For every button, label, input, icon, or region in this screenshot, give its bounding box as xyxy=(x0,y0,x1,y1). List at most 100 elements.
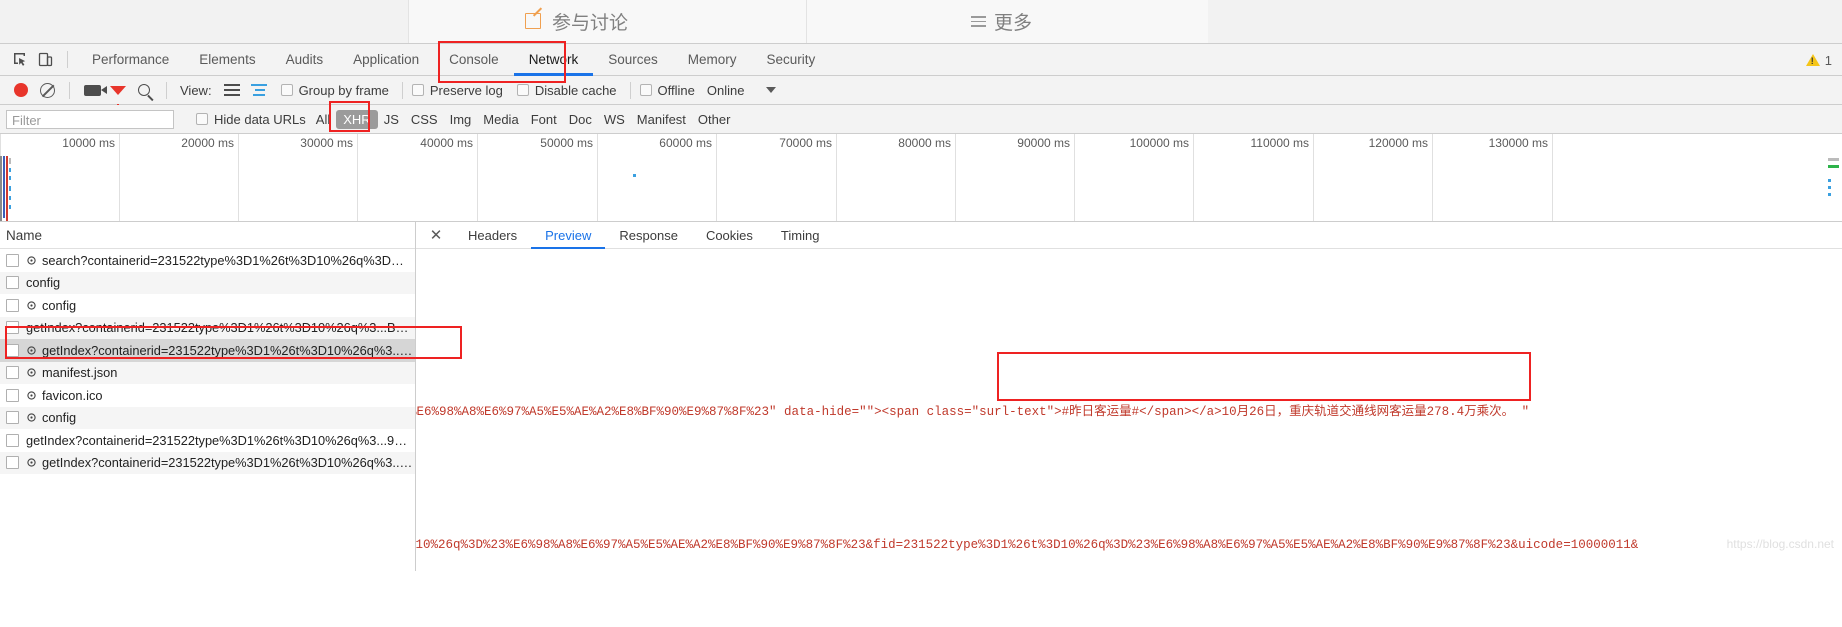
checkbox-box xyxy=(516,84,529,96)
hide-data-urls-label: Hide data URLs xyxy=(214,111,306,127)
gear-icon xyxy=(26,412,37,423)
table-row[interactable]: manifest.json xyxy=(0,361,415,384)
row-checkbox[interactable] xyxy=(6,343,19,357)
group-by-frame-checkbox[interactable]: Group by frame xyxy=(280,83,389,98)
chevron-down-icon[interactable] xyxy=(766,87,777,93)
more-button[interactable]: 更多 xyxy=(971,0,1032,43)
filter-type-media[interactable]: Media xyxy=(477,112,524,127)
gear-icon xyxy=(26,345,37,356)
list-view-icon[interactable] xyxy=(219,77,245,103)
inspect-element-icon[interactable] xyxy=(6,47,32,73)
filter-type-img[interactable]: Img xyxy=(444,112,478,127)
table-row[interactable]: config xyxy=(0,271,415,294)
checkbox-box xyxy=(280,84,293,96)
gear-icon xyxy=(26,457,37,468)
filter-type-all[interactable]: All xyxy=(310,112,336,127)
gear-icon xyxy=(26,255,37,266)
network-body: Name search?containerid=231522type%3D1%2… xyxy=(0,222,1842,571)
table-row[interactable]: config xyxy=(0,294,415,317)
overview-timeline-bars xyxy=(0,156,14,221)
participate-discussion-label: 参与讨论 xyxy=(552,13,629,34)
tab-headers[interactable]: Headers xyxy=(454,222,531,249)
toggle-device-toolbar-icon[interactable] xyxy=(32,47,58,73)
filter-type-ws[interactable]: WS xyxy=(598,112,631,127)
detail-tabs: ✕ Headers Preview Response Cookies Timin… xyxy=(416,222,1842,249)
filter-funnel-icon[interactable] xyxy=(105,77,131,109)
preview-content[interactable]: %E6%98%A8%E6%97%A5%E5%AE%A2%E8%BF%90%E9%… xyxy=(416,249,1842,571)
preview-text-line-1: %E6%98%A8%E6%97%A5%E5%AE%A2%E8%BF%90%E9%… xyxy=(416,405,1530,419)
throttling-select[interactable]: Online xyxy=(707,83,745,98)
filter-type-manifest[interactable]: Manifest xyxy=(631,112,692,127)
tab-cookies[interactable]: Cookies xyxy=(692,222,767,249)
ruler-tick-label: 40000 ms xyxy=(420,136,473,150)
tab-preview[interactable]: Preview xyxy=(531,222,605,249)
toolbar-divider-5 xyxy=(629,81,631,99)
tab-console[interactable]: Console xyxy=(434,44,514,76)
table-row[interactable]: getIndex?containerid=231522type%3D1%26t%… xyxy=(0,429,415,452)
network-overview[interactable]: 10000 ms 20000 ms 30000 ms 40000 ms 5000… xyxy=(0,134,1842,222)
record-button-icon[interactable] xyxy=(8,77,34,103)
filter-type-xhr[interactable]: XHR xyxy=(336,109,378,129)
tab-network[interactable]: Network xyxy=(514,44,594,76)
table-row[interactable]: favicon.ico xyxy=(0,384,415,407)
tab-response[interactable]: Response xyxy=(605,222,692,249)
offline-checkbox[interactable]: Offline xyxy=(639,83,695,98)
warning-indicator[interactable]: 1 xyxy=(1805,44,1832,76)
row-checkbox[interactable] xyxy=(6,366,19,380)
filter-type-doc[interactable]: Doc xyxy=(563,112,598,127)
tab-application[interactable]: Application xyxy=(338,44,434,76)
waterfall-view-icon[interactable] xyxy=(245,77,275,103)
page-header-strip: 参与讨论 更多 xyxy=(0,0,1842,43)
row-checkbox[interactable] xyxy=(6,298,19,312)
row-checkbox[interactable] xyxy=(6,388,19,402)
request-detail-panel: ✕ Headers Preview Response Cookies Timin… xyxy=(416,222,1842,571)
tab-timing[interactable]: Timing xyxy=(767,222,834,249)
row-checkbox[interactable] xyxy=(6,433,19,447)
table-row[interactable]: getIndex?containerid=231522type%3D1%26t%… xyxy=(0,451,415,474)
filter-type-other[interactable]: Other xyxy=(692,112,737,127)
tab-performance[interactable]: Performance xyxy=(77,44,184,76)
request-name: getIndex?containerid=231522type%3D1%26t%… xyxy=(42,342,415,358)
tab-audits[interactable]: Audits xyxy=(271,44,339,76)
table-row-selected[interactable]: getIndex?containerid=231522type%3D1%26t%… xyxy=(0,339,415,362)
tab-sources[interactable]: Sources xyxy=(593,44,673,76)
request-name: config xyxy=(42,410,77,426)
search-magnifier-icon[interactable] xyxy=(131,77,157,103)
hide-data-urls-checkbox[interactable]: Hide data URLs xyxy=(196,112,306,127)
camera-icon[interactable] xyxy=(79,77,107,103)
row-checkbox[interactable] xyxy=(6,456,19,470)
devtools-window: Performance Elements Audits Application … xyxy=(0,43,1842,627)
row-checkbox[interactable] xyxy=(6,411,19,425)
request-name: manifest.json xyxy=(42,365,118,381)
close-x-icon[interactable]: ✕ xyxy=(426,226,446,244)
filter-type-js[interactable]: JS xyxy=(378,112,405,127)
participate-discussion-button[interactable]: 参与讨论 xyxy=(525,0,628,43)
ruler-tick-label: 60000 ms xyxy=(659,136,712,150)
gear-icon xyxy=(26,367,37,378)
tab-security[interactable]: Security xyxy=(752,44,831,76)
row-checkbox[interactable] xyxy=(6,321,19,335)
gear-icon xyxy=(26,390,37,401)
clear-icon[interactable] xyxy=(34,77,60,103)
tab-memory[interactable]: Memory xyxy=(673,44,752,76)
request-list: Name search?containerid=231522type%3D1%2… xyxy=(0,222,416,571)
preserve-log-checkbox[interactable]: Preserve log xyxy=(411,83,503,98)
request-list-header[interactable]: Name xyxy=(0,222,415,249)
table-row[interactable]: search?containerid=231522type%3D1%26t%3D… xyxy=(0,249,415,272)
disable-cache-checkbox[interactable]: Disable cache xyxy=(516,83,617,98)
filter-type-css[interactable]: CSS xyxy=(405,112,444,127)
ruler-tick-label: 10000 ms xyxy=(62,136,115,150)
request-name: config xyxy=(42,297,77,313)
filter-type-font[interactable]: Font xyxy=(525,112,563,127)
toolbar-divider xyxy=(67,51,68,68)
tab-elements[interactable]: Elements xyxy=(184,44,270,76)
table-row[interactable]: getIndex?containerid=231522type%3D1%26t%… xyxy=(0,316,415,339)
row-checkbox[interactable] xyxy=(6,276,19,290)
filter-input[interactable]: Filter xyxy=(6,109,174,129)
request-name: getIndex?containerid=231522type%3D1%26t%… xyxy=(26,432,415,448)
overview-dot xyxy=(633,174,636,177)
preview-text-line-2: D10%26q%3D%23%E6%98%A8%E6%97%A5%E5%AE%A2… xyxy=(416,538,1639,552)
row-checkbox[interactable] xyxy=(6,253,19,267)
table-row[interactable]: config xyxy=(0,406,415,429)
checkbox-box xyxy=(639,84,652,96)
